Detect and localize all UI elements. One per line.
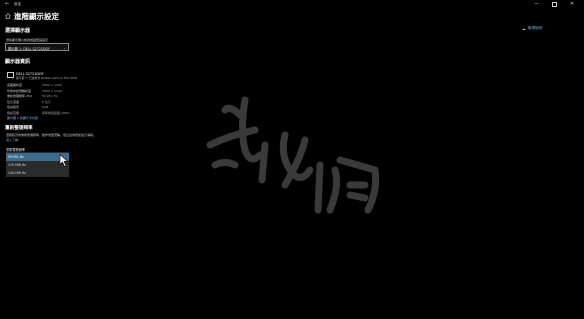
info-value: RGB xyxy=(42,105,49,109)
monitor-connection: 顯示器 1: 已連線到 NVIDIA GeForce RTX 3070 xyxy=(16,76,78,80)
refresh-rate-description: 選取較高的重新整理頻率，動作會更流暢，但這也會增加電力消耗。 xyxy=(6,133,97,137)
info-row: 重新整理頻率 (Hz) 59.951 Hz xyxy=(7,94,127,99)
home-icon[interactable] xyxy=(5,13,11,19)
option-label: 144.006 Hz xyxy=(8,171,26,175)
title-bar: ← 設定 — ✕ xyxy=(0,0,584,8)
get-help-link[interactable]: 取得說明 xyxy=(528,26,542,31)
info-value: 標準動態範圍 (SDR) xyxy=(42,110,70,115)
info-key: 作用中訊號解析度 xyxy=(7,88,32,93)
monitor-name: DELL S2721DGF xyxy=(16,71,44,76)
info-row: 色彩格式 RGB xyxy=(7,105,127,110)
info-key: 色彩空間 xyxy=(7,110,20,115)
page-title: 進階顯示設定 xyxy=(14,12,59,21)
back-arrow-icon[interactable]: ← xyxy=(5,1,9,7)
adapter-properties-link[interactable]: 顯示器 1 的顯示卡內容 xyxy=(7,116,38,120)
refresh-rate-heading: 重新整理頻率 xyxy=(5,126,33,131)
info-value: 2560 × 1440 xyxy=(42,83,62,87)
window-title: 設定 xyxy=(14,1,22,6)
option-label: 119.998 Hz xyxy=(8,163,26,167)
maximize-button[interactable] xyxy=(552,2,557,7)
minimize-button[interactable]: — xyxy=(534,1,539,7)
monitor-icon xyxy=(7,72,14,78)
info-key: 位元深度 xyxy=(7,99,20,104)
info-value: 8 位元 xyxy=(42,99,51,104)
learn-more-link[interactable]: 深入了解 xyxy=(6,138,18,142)
display-select-value: 顯示器 1: DELL S2721DGF xyxy=(8,47,51,51)
info-row: 色彩空間 標準動態範圍 (SDR) xyxy=(7,111,127,116)
info-key: 色彩格式 xyxy=(7,105,20,109)
help-icon[interactable]: ☁ xyxy=(522,27,526,31)
info-value: 59.951 Hz xyxy=(42,94,58,98)
watermark-logo xyxy=(206,96,380,214)
info-row: 作用中訊號解析度 2560 × 1440 xyxy=(7,89,127,94)
display-info-heading: 顯示器資訊 xyxy=(5,59,31,65)
info-row: 位元深度 8 位元 xyxy=(7,100,127,105)
close-button[interactable]: ✕ xyxy=(570,1,574,7)
chevron-down-icon: ⌄ xyxy=(63,45,66,50)
choose-display-label: 選取顯示器以檢視或變更其設定 xyxy=(6,38,49,42)
info-value: 2560 × 1440 xyxy=(42,88,62,93)
refresh-rate-option[interactable]: 144.006 Hz xyxy=(6,169,69,177)
info-row: 桌面解析度 2560 × 1440 xyxy=(7,83,127,88)
display-select[interactable]: 顯示器 1: DELL S2721DGF ⌄ xyxy=(5,43,69,51)
option-label: 59.951 Hz xyxy=(8,155,24,159)
mouse-cursor-icon xyxy=(59,154,69,167)
choose-display-heading: 選擇顯示器 xyxy=(5,28,31,34)
info-key: 桌面解析度 xyxy=(7,83,23,87)
info-key: 重新整理頻率 (Hz) xyxy=(7,94,33,98)
